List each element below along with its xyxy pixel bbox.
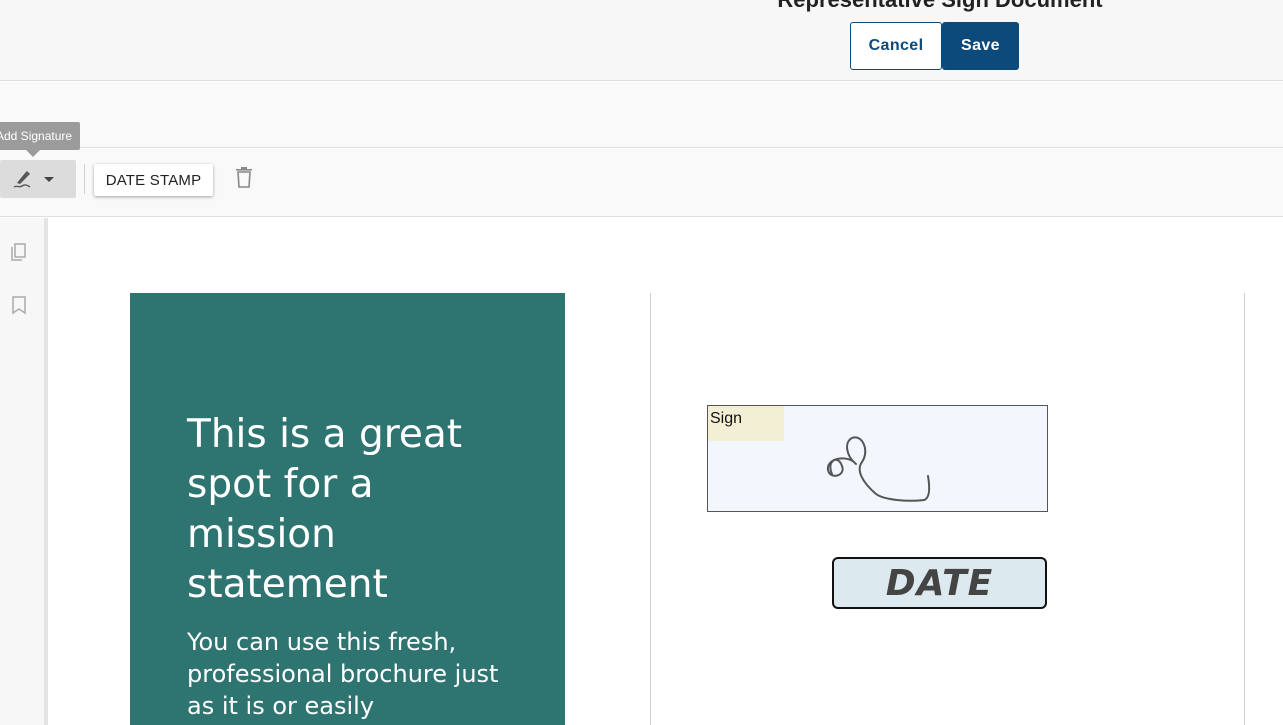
pages-icon[interactable] (9, 242, 29, 262)
bookmark-icon[interactable] (9, 295, 29, 315)
header-bar: Representative Sign Document Cancel Save (0, 0, 1283, 81)
date-field[interactable]: DATE (832, 557, 1047, 609)
page-title: Representative Sign Document (680, 0, 1200, 13)
signature-field-label: Sign (708, 406, 784, 441)
tooltip-arrow (26, 150, 40, 157)
cancel-button[interactable]: Cancel (850, 22, 942, 70)
save-button[interactable]: Save (942, 22, 1019, 70)
date-field-label: DATE (885, 562, 994, 604)
signature-pen-icon (13, 171, 31, 188)
signature-field[interactable]: Sign (707, 405, 1048, 512)
column-divider (650, 293, 651, 725)
toolbar-divider (84, 164, 85, 194)
annotation-toolbar: DATE STAMP (0, 149, 1283, 217)
chevron-down-icon[interactable] (44, 177, 54, 182)
mission-body-text: You can use this fresh, professional bro… (187, 628, 499, 720)
sub-header-bar (0, 82, 1283, 148)
signature-drawing (826, 436, 931, 502)
mission-heading: This is a great spot for a mission state… (187, 412, 463, 607)
side-navigation (0, 218, 44, 725)
add-signature-tooltip: Add Signature (0, 122, 81, 150)
column-divider (1244, 293, 1245, 725)
add-signature-button[interactable] (0, 160, 76, 198)
date-stamp-button[interactable]: DATE STAMP (94, 164, 213, 196)
trash-icon[interactable] (234, 166, 254, 188)
